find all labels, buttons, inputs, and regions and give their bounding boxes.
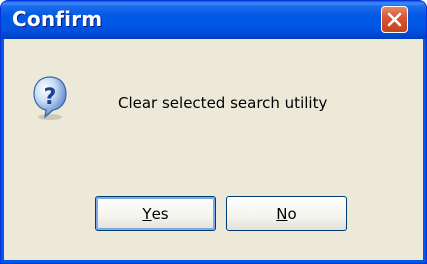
confirm-dialog: Confirm ? Clear selected search utility … — [0, 0, 427, 264]
yes-button-mnemonic: Y — [142, 204, 152, 223]
question-icon: ? — [33, 76, 67, 120]
close-icon — [387, 12, 402, 27]
no-button-label: o — [287, 204, 297, 223]
yes-button-label: es — [151, 204, 169, 223]
no-button[interactable]: No — [226, 196, 347, 231]
no-button-mnemonic: N — [276, 204, 288, 223]
svg-text:?: ? — [44, 85, 57, 110]
dialog-title: Confirm — [12, 7, 103, 31]
dialog-message: Clear selected search utility — [118, 94, 328, 112]
window-frame-right — [423, 39, 426, 263]
title-bar[interactable]: Confirm — [1, 1, 426, 39]
window-frame-bottom — [1, 260, 426, 263]
yes-button[interactable]: Yes — [95, 196, 216, 231]
close-button[interactable] — [381, 6, 408, 33]
